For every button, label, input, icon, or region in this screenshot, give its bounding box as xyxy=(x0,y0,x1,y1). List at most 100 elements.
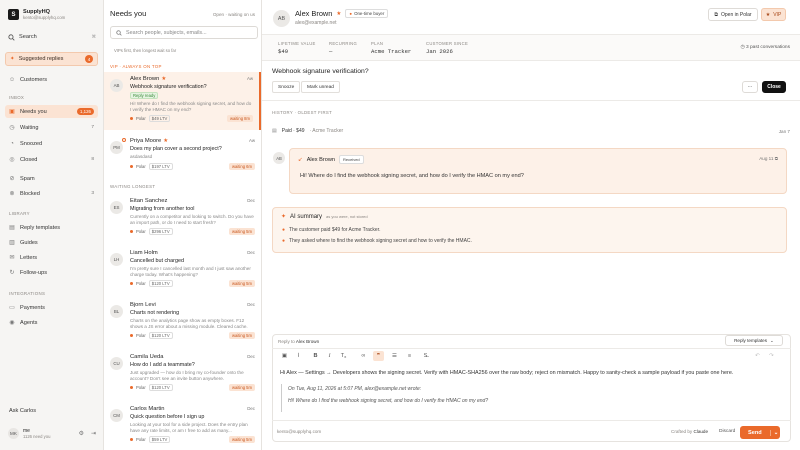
conversation-detail: AB Alex Brown ★ ● One-time buyer alex@exa… xyxy=(262,0,800,450)
past-conversations-link[interactable]: ◷ 3 past conversations xyxy=(740,45,790,50)
ai-summary: ✦ AI summary as you were, not stored ● Th… xyxy=(272,207,787,253)
ltv-tag: $120 LTV xyxy=(148,280,173,287)
vip-label: VIP xyxy=(773,11,782,18)
conversation-source: Polar xyxy=(136,281,146,286)
numbered-list-icon[interactable]: ≡ xyxy=(404,351,415,361)
reply-ready-badge: Reply ready xyxy=(130,92,159,99)
sidebar-item-reply-templates[interactable]: ▤ Reply templates xyxy=(5,221,98,234)
copy-icon[interactable]: ⧉ xyxy=(775,156,778,161)
sidebar-item-closed[interactable]: ◎ Closed 8 xyxy=(5,153,98,166)
follow-up-icon: ↻ xyxy=(9,269,15,276)
strikethrough-icon[interactable]: S̶ xyxy=(420,351,431,361)
message-date: Aug 11 ⧉ xyxy=(759,156,778,161)
agent-icon: ◉ xyxy=(9,319,15,326)
sidebar: S SupplyHQ kento@supplyhq.com Search ⌘ ✦… xyxy=(0,0,104,450)
suggested-replies-count: 4 xyxy=(85,55,93,63)
stat-label: LIFETIME VALUE xyxy=(278,41,316,46)
open-in-polar-label: Open in Polar xyxy=(721,11,752,18)
user-menu[interactable]: MK me 1126 need you ⚙ ⇥ xyxy=(8,428,96,439)
vip-button[interactable]: ★ VIP xyxy=(761,8,786,21)
payment-date: Jan 7 xyxy=(778,128,790,134)
italic-icon[interactable]: I xyxy=(324,351,335,361)
sidebar-item-count: 7 xyxy=(91,125,94,130)
reply-templates-button[interactable]: Reply templates ⌄ xyxy=(725,335,783,346)
list-item[interactable]: PM Priya Moore ★ Aw Does my plan cover a … xyxy=(104,134,261,178)
star-icon[interactable]: ★ xyxy=(336,11,341,17)
text-size-icon[interactable]: Tx xyxy=(338,351,349,361)
redo-icon[interactable]: ↷ xyxy=(766,351,777,361)
source-dot-icon xyxy=(130,334,133,337)
dot-icon: ● xyxy=(349,11,353,16)
conversation-time: Dec xyxy=(247,302,255,307)
sidebar-item-customers[interactable]: ☺ Customers xyxy=(5,73,98,86)
list-item[interactable]: CM Carlos Martin Dec Quick question befo… xyxy=(104,402,261,450)
image-icon[interactable]: ▣ xyxy=(279,351,290,361)
sidebar-item-follow-ups[interactable]: ↻ Follow-ups xyxy=(5,266,98,279)
conversation-time: Dec xyxy=(247,406,255,411)
conversation-subject-title: Webhook signature verification? xyxy=(272,68,369,75)
conversation-subject: Webhook signature verification? xyxy=(130,84,207,90)
inbox-section-label: INBOX xyxy=(9,95,25,100)
send-button[interactable]: Send ⌄ xyxy=(740,426,780,439)
group-waiting-label: WAITING LONGEST xyxy=(110,184,156,189)
chevron-down-icon[interactable]: ⌄ xyxy=(769,429,782,436)
external-link-icon: ⧉ xyxy=(714,11,718,18)
source-dot-icon xyxy=(130,117,133,120)
conversation-subject: Does my plan cover a second project? xyxy=(130,146,222,152)
sidebar-item-label: Payments xyxy=(20,304,45,311)
conversation-name: Alex Brown xyxy=(130,76,160,82)
list-item[interactable]: BL Bjorn Levi Dec Charts not rendering C… xyxy=(104,298,261,346)
open-in-polar-button[interactable]: ⧉ Open in Polar xyxy=(708,8,758,21)
close-conversation-button[interactable]: Close xyxy=(762,81,786,93)
quote-header: On Tue, Aug 11, 2026 at 5:07 PM, alex@ex… xyxy=(288,386,422,392)
mark-unread-button[interactable]: Mark unread xyxy=(301,81,340,93)
settings-icon[interactable]: ⚙ xyxy=(79,430,84,437)
snooze-button[interactable]: Snooze xyxy=(272,81,301,93)
conversation-source: Polar xyxy=(136,437,146,442)
sidebar-item-guides[interactable]: ▥ Guides xyxy=(5,236,98,249)
list-item[interactable]: CU Camila Ueda Dec How do I add a teamma… xyxy=(104,350,261,398)
sidebar-item-agents[interactable]: ◉ Agents xyxy=(5,316,98,329)
sidebar-item-count: 8 xyxy=(91,157,94,162)
sidebar-item-needs-you[interactable]: ▣ Needs you 1,126 xyxy=(5,105,98,118)
wait-badge: waiting 5m xyxy=(228,436,255,443)
bullet-list-icon[interactable]: ☰ xyxy=(389,351,400,361)
suggested-replies-button[interactable]: ✦ Suggested replies 4 xyxy=(5,52,98,66)
list-item[interactable]: LH Liam Holm Dec Cancelled but charged I… xyxy=(104,246,261,294)
quote-icon[interactable]: ❞ xyxy=(373,351,384,361)
sidebar-item-letters[interactable]: ✉ Letters xyxy=(5,251,98,264)
list-search-input[interactable]: Search people, subjects, emails... xyxy=(110,26,258,39)
wait-badge: waiting 5m xyxy=(228,332,255,339)
message-author: Alex Brown xyxy=(306,156,335,163)
conversation-subject: Cancelled but charged xyxy=(130,258,184,264)
attachment-icon[interactable]: ⌇ xyxy=(293,351,304,361)
discard-button[interactable]: Discard xyxy=(719,429,735,434)
crafted-by: Crafted by Claude xyxy=(671,429,708,434)
avatar: ES xyxy=(110,201,123,214)
avatar: AB xyxy=(273,10,290,27)
stat-label: RECURRING xyxy=(329,41,358,46)
conversation-preview: Charts on the analytics page show as emp… xyxy=(130,318,248,329)
buyer-badge: ● One-time buyer xyxy=(345,9,389,18)
list-filter[interactable]: Open · waiting on us xyxy=(213,12,255,17)
sidebar-item-blocked[interactable]: ⊗ Blocked 3 xyxy=(5,187,98,200)
sidebar-item-waiting[interactable]: ◷ Waiting 7 xyxy=(5,121,98,134)
workspace-switcher[interactable]: S SupplyHQ kento@supplyhq.com xyxy=(8,9,65,20)
list-item[interactable]: AB Alex Brown ★ Aw Webhook signature veri… xyxy=(104,72,261,130)
logout-icon[interactable]: ⇥ xyxy=(91,430,96,437)
bold-icon[interactable]: B xyxy=(310,351,321,361)
sidebar-item-payments[interactable]: ▭ Payments xyxy=(5,301,98,314)
sidebar-item-label: Blocked xyxy=(20,190,40,197)
reply-body[interactable]: Hi Alex — Settings → Developers shows th… xyxy=(280,370,780,376)
more-menu-button[interactable]: ··· xyxy=(742,81,758,93)
star-icon: ★ xyxy=(163,138,169,144)
payment-product: · Acme Tracker xyxy=(309,128,344,134)
link-icon[interactable]: ∞ xyxy=(358,351,369,361)
undo-icon[interactable]: ↶ xyxy=(752,351,763,361)
sidebar-item-spam[interactable]: ⊘ Spam xyxy=(5,172,98,185)
sidebar-item-snoozed[interactable]: ◔ Snoozed xyxy=(5,137,98,150)
ask-carlos-button[interactable]: Ask Carlos xyxy=(5,404,98,417)
sidebar-search[interactable]: Search ⌘ xyxy=(8,31,96,43)
users-icon: ☺ xyxy=(9,76,16,83)
list-item[interactable]: ES Eitan Sanchez Dec Migrating from anot… xyxy=(104,194,261,242)
